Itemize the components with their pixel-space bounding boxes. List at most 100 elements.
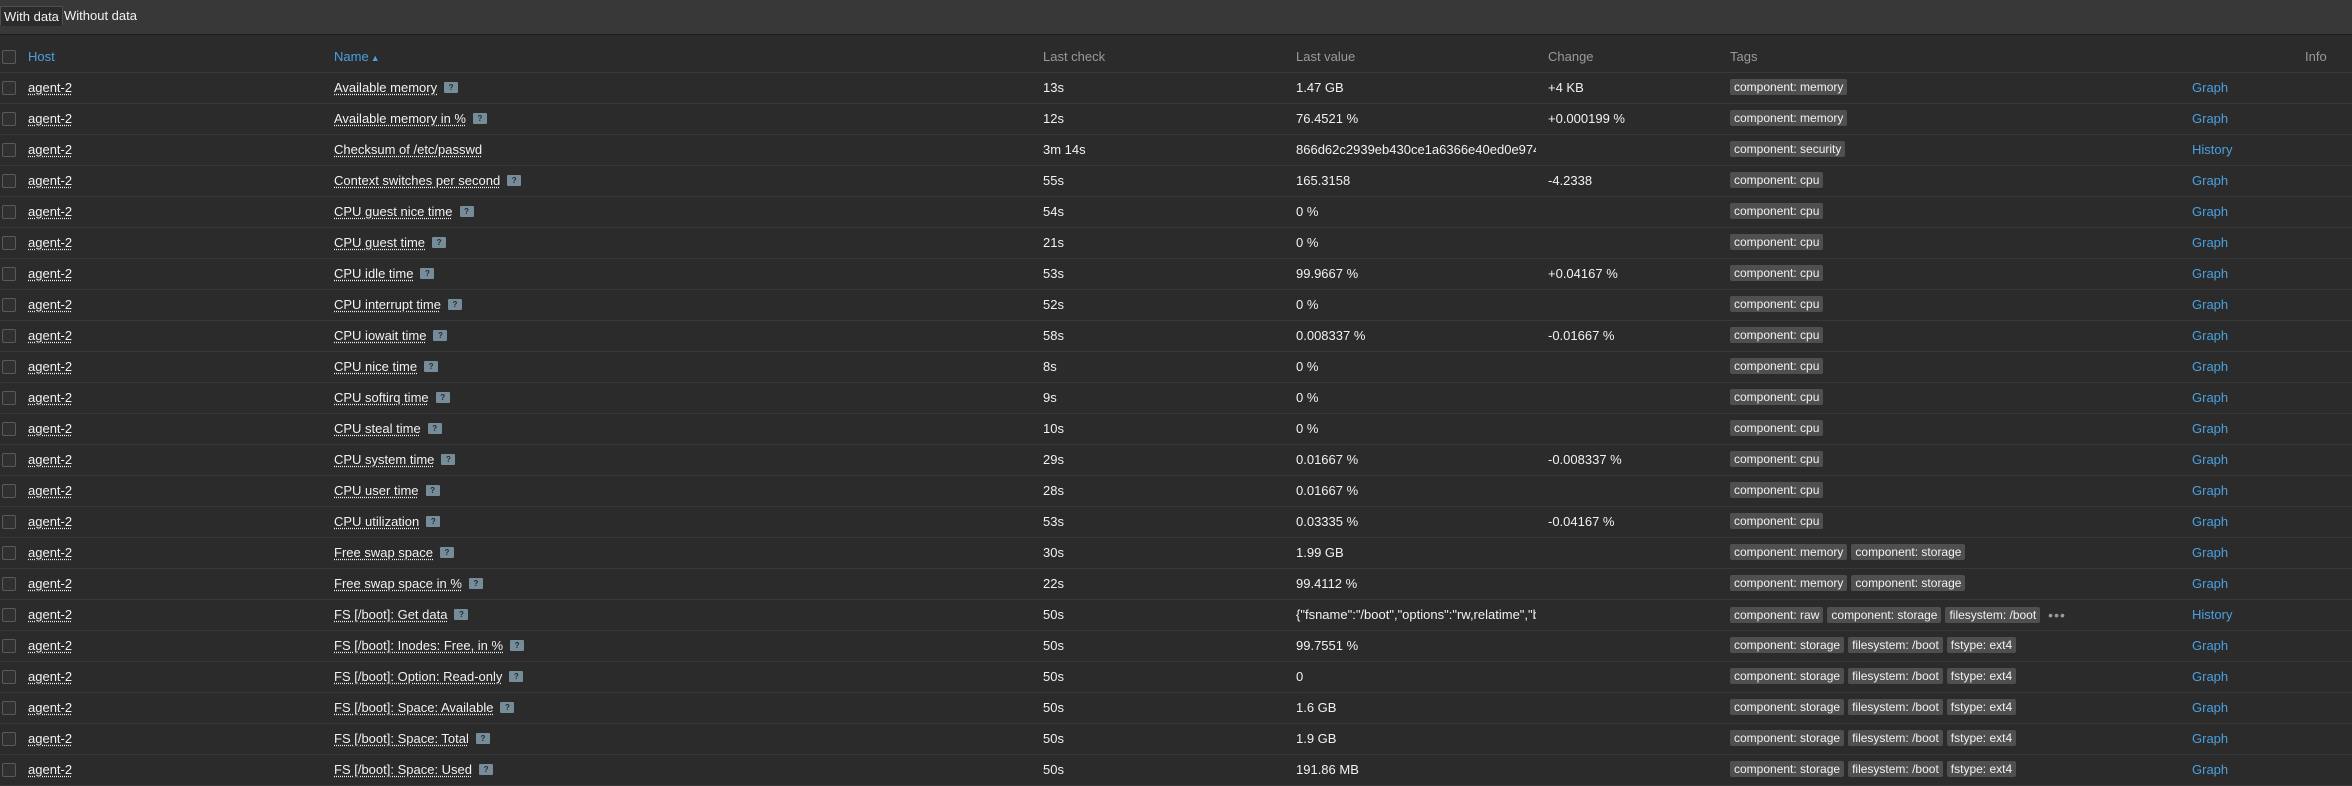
help-icon[interactable]: ?	[472, 113, 487, 124]
tag-badge[interactable]: component: cpu	[1730, 265, 1824, 281]
tag-badge[interactable]: component: security	[1730, 141, 1846, 157]
item-name-link[interactable]: CPU interrupt time	[334, 297, 441, 312]
row-checkbox[interactable]	[2, 670, 16, 684]
host-link[interactable]: agent-2	[28, 569, 72, 599]
graph-history-link[interactable]: Graph	[2192, 693, 2228, 723]
item-name-link[interactable]: CPU nice time	[334, 359, 417, 374]
graph-history-link[interactable]: Graph	[2192, 197, 2228, 227]
tag-badge[interactable]: component: storage	[1827, 607, 1942, 623]
item-name-link[interactable]: Context switches per second	[334, 173, 500, 188]
item-name-link[interactable]: Free swap space in %	[334, 576, 462, 591]
item-name-link[interactable]: CPU idle time	[334, 266, 413, 281]
graph-history-link[interactable]: Graph	[2192, 538, 2228, 568]
row-checkbox[interactable]	[2, 236, 16, 250]
host-link[interactable]: agent-2	[28, 693, 72, 723]
row-checkbox[interactable]	[2, 546, 16, 560]
help-icon[interactable]: ?	[444, 82, 459, 93]
host-link[interactable]: agent-2	[28, 352, 72, 382]
host-link[interactable]: agent-2	[28, 476, 72, 506]
more-tags-icon[interactable]: •••	[2048, 600, 2066, 630]
item-name-link[interactable]: Available memory	[334, 80, 437, 95]
graph-history-link[interactable]: History	[2192, 135, 2232, 165]
graph-history-link[interactable]: Graph	[2192, 290, 2228, 320]
tag-badge[interactable]: fstype: ext4	[1946, 668, 2017, 684]
help-icon[interactable]: ?	[427, 423, 442, 434]
host-link[interactable]: agent-2	[28, 538, 72, 568]
graph-history-link[interactable]: Graph	[2192, 166, 2228, 196]
tab-with-data[interactable]: With data	[0, 6, 63, 26]
row-checkbox[interactable]	[2, 205, 16, 219]
graph-history-link[interactable]: Graph	[2192, 445, 2228, 475]
item-name-link[interactable]: CPU guest nice time	[334, 204, 453, 219]
help-icon[interactable]: ?	[441, 454, 456, 465]
tag-badge[interactable]: filesystem: /boot	[1945, 607, 2041, 623]
host-link[interactable]: agent-2	[28, 228, 72, 258]
tag-badge[interactable]: component: raw	[1730, 607, 1824, 623]
row-checkbox[interactable]	[2, 515, 16, 529]
help-icon[interactable]: ?	[425, 485, 440, 496]
host-link[interactable]: agent-2	[28, 321, 72, 351]
tag-badge[interactable]: component: storage	[1730, 668, 1845, 684]
help-icon[interactable]: ?	[479, 764, 494, 775]
host-link[interactable]: agent-2	[28, 383, 72, 413]
item-name-link[interactable]: CPU steal time	[334, 421, 421, 436]
graph-history-link[interactable]: Graph	[2192, 321, 2228, 351]
graph-history-link[interactable]: Graph	[2192, 631, 2228, 661]
tag-badge[interactable]: component: storage	[1730, 699, 1845, 715]
tag-badge[interactable]: fstype: ext4	[1946, 730, 2017, 746]
item-name-link[interactable]: FS [/boot]: Space: Available	[334, 700, 493, 715]
tag-badge[interactable]: filesystem: /boot	[1848, 637, 1943, 653]
row-checkbox[interactable]	[2, 112, 16, 126]
tag-badge[interactable]: filesystem: /boot	[1848, 699, 1943, 715]
item-name-link[interactable]: CPU system time	[334, 452, 434, 467]
help-icon[interactable]: ?	[459, 206, 474, 217]
item-name-link[interactable]: CPU softirq time	[334, 390, 429, 405]
help-icon[interactable]: ?	[447, 299, 462, 310]
tag-badge[interactable]: fstype: ext4	[1946, 699, 2017, 715]
host-link[interactable]: agent-2	[28, 662, 72, 692]
item-name-link[interactable]: CPU utilization	[334, 514, 419, 529]
row-checkbox[interactable]	[2, 639, 16, 653]
tab-without-data[interactable]: Without data	[61, 6, 140, 26]
host-link[interactable]: agent-2	[28, 259, 72, 289]
help-icon[interactable]: ?	[500, 702, 515, 713]
tag-badge[interactable]: component: cpu	[1730, 327, 1824, 343]
graph-history-link[interactable]: Graph	[2192, 476, 2228, 506]
tag-badge[interactable]: component: memory	[1730, 79, 1848, 95]
item-name-link[interactable]: CPU iowait time	[334, 328, 426, 343]
graph-history-link[interactable]: Graph	[2192, 259, 2228, 289]
host-link[interactable]: agent-2	[28, 631, 72, 661]
tag-badge[interactable]: component: cpu	[1730, 234, 1824, 250]
item-name-link[interactable]: FS [/boot]: Get data	[334, 607, 447, 622]
help-icon[interactable]: ?	[507, 175, 522, 186]
row-checkbox[interactable]	[2, 81, 16, 95]
tag-badge[interactable]: component: cpu	[1730, 172, 1824, 188]
item-name-link[interactable]: FS [/boot]: Space: Total	[334, 731, 469, 746]
tag-badge[interactable]: filesystem: /boot	[1848, 761, 1943, 777]
graph-history-link[interactable]: Graph	[2192, 569, 2228, 599]
row-checkbox[interactable]	[2, 360, 16, 374]
graph-history-link[interactable]: Graph	[2192, 352, 2228, 382]
tag-badge[interactable]: filesystem: /boot	[1848, 668, 1943, 684]
tag-badge[interactable]: component: cpu	[1730, 358, 1824, 374]
tag-badge[interactable]: component: memory	[1730, 110, 1848, 126]
row-checkbox[interactable]	[2, 298, 16, 312]
row-checkbox[interactable]	[2, 453, 16, 467]
host-link[interactable]: agent-2	[28, 104, 72, 134]
graph-history-link[interactable]: Graph	[2192, 414, 2228, 444]
help-icon[interactable]: ?	[433, 330, 448, 341]
host-link[interactable]: agent-2	[28, 445, 72, 475]
item-name-link[interactable]: Available memory in %	[334, 111, 466, 126]
item-name-link[interactable]: FS [/boot]: Inodes: Free, in %	[334, 638, 503, 653]
tag-badge[interactable]: component: storage	[1851, 575, 1966, 591]
help-icon[interactable]: ?	[509, 671, 524, 682]
column-host[interactable]: Host	[28, 42, 55, 72]
help-icon[interactable]: ?	[454, 609, 469, 620]
row-checkbox[interactable]	[2, 391, 16, 405]
item-name-link[interactable]: FS [/boot]: Space: Used	[334, 762, 472, 777]
graph-history-link[interactable]: Graph	[2192, 662, 2228, 692]
help-icon[interactable]: ?	[510, 640, 525, 651]
tag-badge[interactable]: component: cpu	[1730, 296, 1824, 312]
tag-badge[interactable]: component: storage	[1851, 544, 1966, 560]
help-icon[interactable]: ?	[435, 392, 450, 403]
